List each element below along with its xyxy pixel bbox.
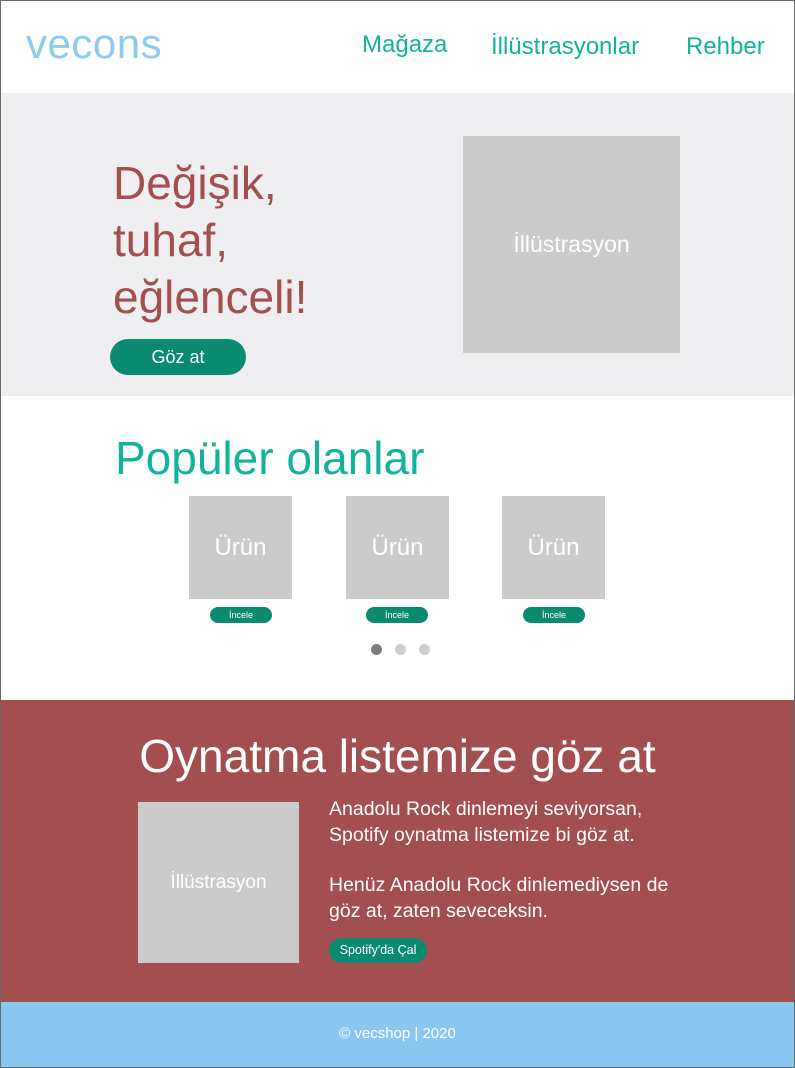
hero-illustration-label: İllüstrasyon — [513, 231, 630, 257]
product-card-2[interactable]: Ürün — [346, 496, 449, 599]
hero-illustration-placeholder: İllüstrasyon — [463, 136, 680, 353]
playlist-paragraph-1: Anadolu Rock dinlemeyi seviyorsan, Spoti… — [329, 798, 643, 846]
hero-title: Değişik, tuhaf, eğlenceli! — [113, 155, 373, 326]
inspect-button-3[interactable]: İncele — [523, 607, 585, 623]
play-on-spotify-button[interactable]: Spotify'da Çal — [329, 938, 427, 963]
product-label: Ürün — [371, 533, 424, 561]
carousel-dot-3[interactable] — [419, 644, 430, 655]
site-logo[interactable]: vecons — [26, 20, 162, 68]
popular-section-title: Popüler olanlar — [115, 432, 425, 484]
carousel-dot-1[interactable] — [371, 644, 382, 655]
playlist-illustration-label: İllüstrasyon — [170, 871, 267, 893]
hero-title-line-2: tuhaf, — [113, 214, 229, 266]
carousel-dot-2[interactable] — [395, 644, 406, 655]
footer-copyright: © vecshop | 2020 — [339, 1025, 456, 1042]
browse-button[interactable]: Göz at — [110, 339, 246, 375]
nav-item-magaza[interactable]: Mağaza — [362, 31, 447, 59]
inspect-button-2[interactable]: İncele — [366, 607, 428, 623]
product-label: Ürün — [214, 533, 267, 561]
nav-item-rehber[interactable]: Rehber — [686, 33, 765, 61]
hero-title-line-1: Değişik, — [113, 157, 277, 209]
product-label: Ürün — [527, 533, 580, 561]
nav-item-illustrasyonlar[interactable]: İllüstrasyonlar — [491, 33, 639, 61]
hero-title-line-3: eğlenceli! — [113, 271, 308, 323]
playlist-paragraph-2: Henüz Anadolu Rock dinlemediysen de göz … — [329, 874, 669, 922]
product-card-1[interactable]: Ürün — [189, 496, 292, 599]
playlist-title: Oynatma listemize göz at — [139, 730, 656, 782]
inspect-button-1[interactable]: İncele — [210, 607, 272, 623]
product-card-3[interactable]: Ürün — [502, 496, 605, 599]
playlist-illustration-placeholder: İllüstrasyon — [138, 802, 299, 963]
